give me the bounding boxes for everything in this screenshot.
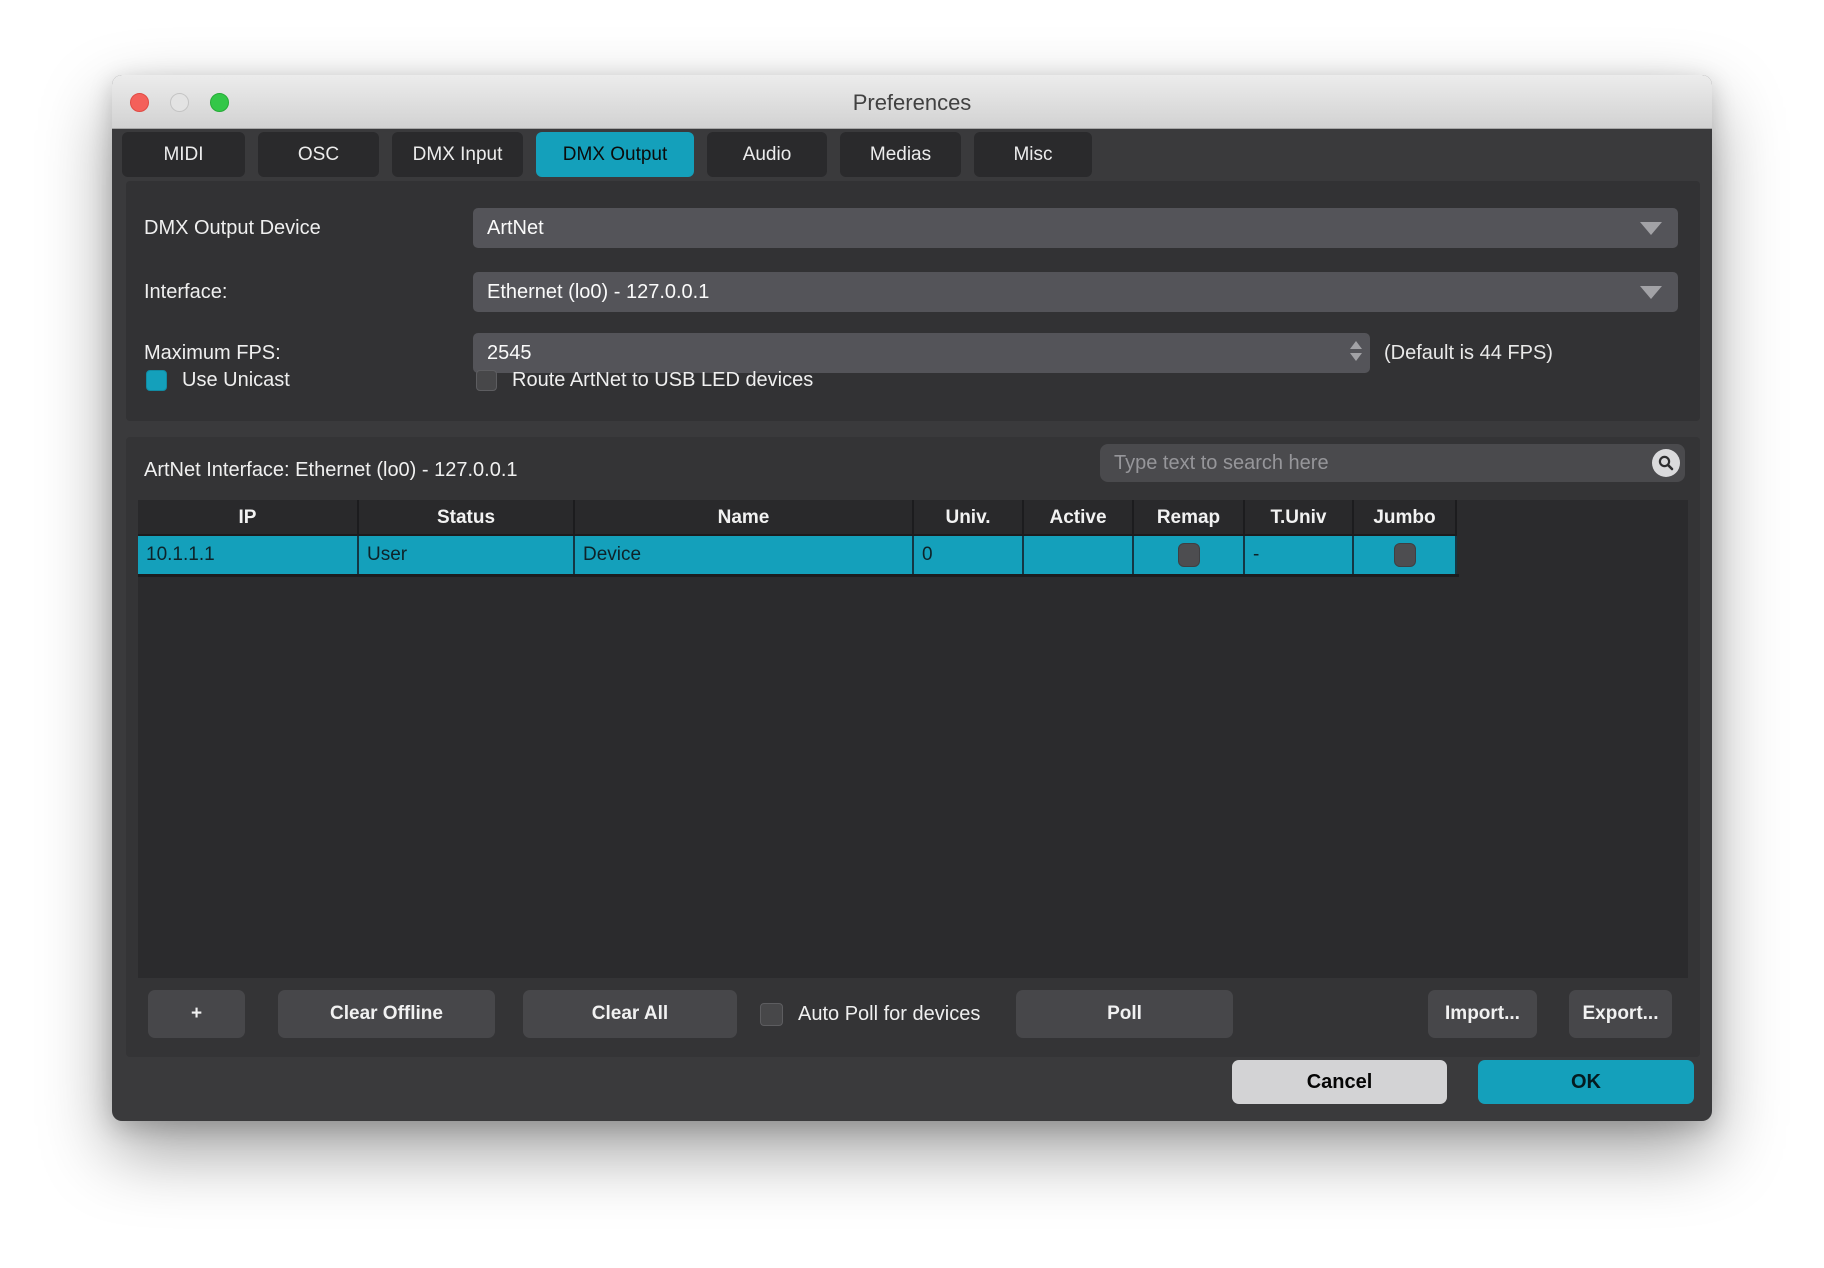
tab-osc[interactable]: OSC <box>258 132 379 177</box>
column-header-name[interactable]: Name <box>575 500 914 536</box>
cancel-button[interactable]: Cancel <box>1232 1060 1447 1104</box>
use-unicast-checkbox[interactable] <box>146 370 167 391</box>
stepper-down-icon[interactable] <box>1350 353 1362 361</box>
output-settings-panel: DMX Output Device ArtNet Interface: Ethe… <box>126 181 1700 421</box>
tab-medias[interactable]: Medias <box>840 132 961 177</box>
cell-name: Device <box>575 536 914 574</box>
search-box <box>1100 444 1685 482</box>
auto-poll-checkbox[interactable] <box>760 1003 783 1026</box>
search-input[interactable] <box>1100 444 1685 482</box>
preferences-dialog: Preferences MIDI OSC DMX Input DMX Outpu… <box>112 75 1712 1121</box>
column-header-ip[interactable]: IP <box>138 500 359 536</box>
chevron-down-icon <box>1640 286 1662 299</box>
artnet-devices-panel: ArtNet Interface: Ethernet (lo0) - 127.0… <box>126 437 1700 1057</box>
window-title: Preferences <box>112 75 1712 129</box>
column-header-active[interactable]: Active <box>1024 500 1134 536</box>
column-header-remap[interactable]: Remap <box>1134 500 1245 536</box>
device-table: IP Status Name Univ. Active Remap T.Univ… <box>138 500 1688 978</box>
column-header-tuniv[interactable]: T.Univ <box>1245 500 1354 536</box>
device-label: DMX Output Device <box>144 208 321 248</box>
column-header-status[interactable]: Status <box>359 500 575 536</box>
auto-poll-label: Auto Poll for devices <box>798 990 980 1038</box>
table-row[interactable]: 10.1.1.1 User Device 0 - <box>138 536 1459 577</box>
cell-jumbo <box>1354 536 1457 574</box>
ok-button[interactable]: OK <box>1478 1060 1694 1104</box>
fps-label: Maximum FPS: <box>144 333 281 373</box>
device-select[interactable]: ArtNet <box>473 208 1678 248</box>
fps-value: 2545 <box>487 342 532 365</box>
cell-status: User <box>359 536 575 574</box>
export-button[interactable]: Export... <box>1569 990 1672 1038</box>
tab-bar: MIDI OSC DMX Input DMX Output Audio Medi… <box>122 132 1092 177</box>
route-usb-checkbox[interactable] <box>476 370 497 391</box>
route-usb-row: Route ArtNet to USB LED devices <box>476 369 813 392</box>
interface-label: Interface: <box>144 272 227 312</box>
clear-offline-button[interactable]: Clear Offline <box>278 990 495 1038</box>
interface-select[interactable]: Ethernet (lo0) - 127.0.0.1 <box>473 272 1678 312</box>
search-icon[interactable] <box>1652 449 1680 477</box>
fps-input[interactable]: 2545 <box>473 333 1370 373</box>
cell-univ: 0 <box>914 536 1024 574</box>
tab-audio[interactable]: Audio <box>707 132 827 177</box>
artnet-interface-caption: ArtNet Interface: Ethernet (lo0) - 127.0… <box>144 437 518 501</box>
tab-misc[interactable]: Misc <box>974 132 1092 177</box>
chevron-down-icon <box>1640 222 1662 235</box>
column-header-univ[interactable]: Univ. <box>914 500 1024 536</box>
tab-dmx-input[interactable]: DMX Input <box>392 132 523 177</box>
poll-button[interactable]: Poll <box>1016 990 1233 1038</box>
use-unicast-row: Use Unicast <box>146 369 290 392</box>
title-bar[interactable]: Preferences <box>112 75 1712 129</box>
interface-select-value: Ethernet (lo0) - 127.0.0.1 <box>487 281 709 304</box>
import-button[interactable]: Import... <box>1428 990 1537 1038</box>
fps-stepper[interactable] <box>1350 341 1362 361</box>
remap-checkbox[interactable] <box>1178 543 1200 567</box>
cell-ip: 10.1.1.1 <box>138 536 359 574</box>
table-header-row: IP Status Name Univ. Active Remap T.Univ… <box>138 500 1688 536</box>
cell-remap <box>1134 536 1245 574</box>
tab-dmx-output[interactable]: DMX Output <box>536 132 694 177</box>
tab-midi[interactable]: MIDI <box>122 132 245 177</box>
add-device-button[interactable]: + <box>148 990 245 1038</box>
fps-default-hint: (Default is 44 FPS) <box>1384 333 1553 373</box>
route-usb-label: Route ArtNet to USB LED devices <box>512 369 813 392</box>
page: { "window": { "title": "Preferences" }, … <box>0 0 1824 1268</box>
device-select-value: ArtNet <box>487 217 544 240</box>
clear-all-button[interactable]: Clear All <box>523 990 737 1038</box>
stepper-up-icon[interactable] <box>1350 341 1362 349</box>
cell-tuniv: - <box>1245 536 1354 574</box>
column-header-jumbo[interactable]: Jumbo <box>1354 500 1457 536</box>
use-unicast-label: Use Unicast <box>182 369 290 392</box>
jumbo-checkbox[interactable] <box>1394 543 1416 567</box>
cell-active <box>1024 536 1134 574</box>
